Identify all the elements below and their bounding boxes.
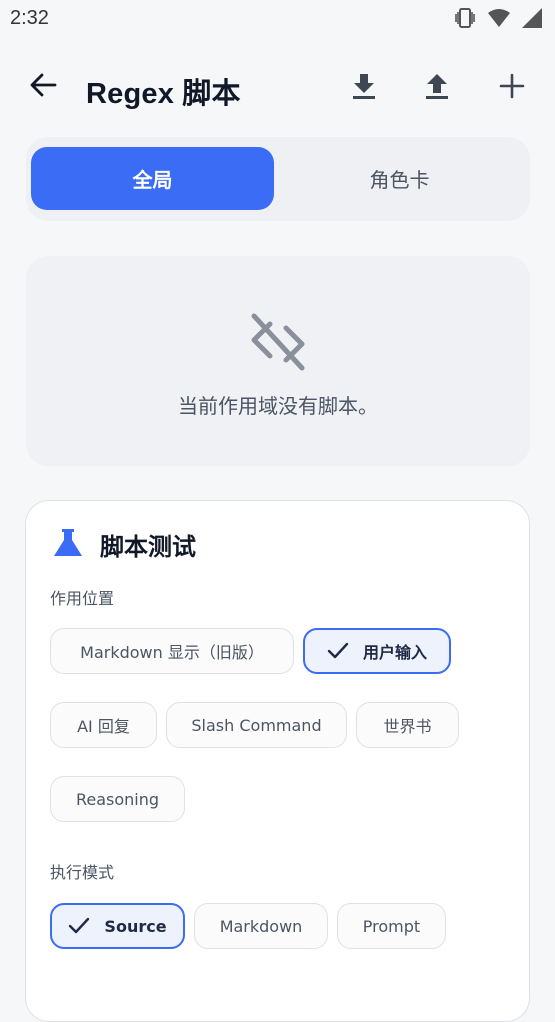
chip-label: Reasoning: [75, 789, 160, 809]
check-icon: [68, 917, 90, 935]
flask-icon: [52, 528, 84, 562]
download-button[interactable]: [346, 70, 382, 106]
mode-label: 执行模式: [50, 863, 115, 882]
status-icons: [453, 6, 543, 30]
scope-tabs: 全局 角色卡: [26, 137, 530, 221]
chip-user-input[interactable]: 用户输入: [303, 628, 451, 674]
vibrate-icon: [453, 6, 477, 30]
chip-markdown[interactable]: Markdown: [194, 903, 328, 949]
chip-markdown-display[interactable]: Markdown 显示（旧版）: [50, 628, 294, 674]
upload-button[interactable]: [419, 70, 455, 106]
upload-icon: [424, 72, 450, 104]
chip-world-book[interactable]: 世界书: [356, 702, 459, 748]
arrow-back-icon: [29, 71, 57, 103]
download-icon: [351, 72, 377, 104]
app-bar: Regex 脚本: [0, 58, 555, 118]
wifi-icon: [487, 7, 511, 29]
chip-source[interactable]: Source: [50, 903, 185, 949]
chip-label: 用户输入: [362, 643, 427, 662]
cell-signal-icon: [521, 7, 543, 29]
check-icon: [327, 642, 349, 660]
status-bar: 2:32: [0, 0, 555, 38]
link-off-icon: [248, 312, 308, 376]
chip-ai-reply[interactable]: AI 回复: [50, 702, 157, 748]
chip-reasoning[interactable]: Reasoning: [50, 776, 185, 822]
chip-prompt[interactable]: Prompt: [337, 903, 446, 949]
chip-label: 世界书: [383, 717, 432, 736]
chip-label: Source: [104, 916, 167, 936]
empty-state-card: 当前作用域没有脚本。: [26, 256, 530, 466]
position-label: 作用位置: [50, 589, 115, 608]
page-title: Regex 脚本: [86, 78, 241, 110]
chip-label: Markdown 显示（旧版）: [80, 643, 264, 662]
script-test-title: 脚本测试: [100, 533, 196, 561]
chip-label: Prompt: [362, 916, 421, 936]
empty-state-message: 当前作用域没有脚本。: [178, 394, 378, 418]
back-button[interactable]: [26, 70, 60, 104]
add-button[interactable]: [494, 70, 530, 106]
add-icon: [499, 73, 525, 103]
tab-global[interactable]: 全局: [31, 147, 274, 210]
tab-character-card[interactable]: 角色卡: [278, 147, 521, 210]
chip-slash-command[interactable]: Slash Command: [166, 702, 347, 748]
script-test-header: 脚本测试: [52, 527, 196, 562]
chip-label: Markdown: [219, 916, 303, 936]
status-time: 2:32: [10, 7, 49, 29]
chip-label: AI 回复: [77, 717, 130, 736]
chip-label: Slash Command: [191, 715, 322, 735]
script-test-card: 脚本测试 作用位置 Markdown 显示（旧版） 用户输入 AI 回复 Sla…: [25, 500, 530, 1022]
